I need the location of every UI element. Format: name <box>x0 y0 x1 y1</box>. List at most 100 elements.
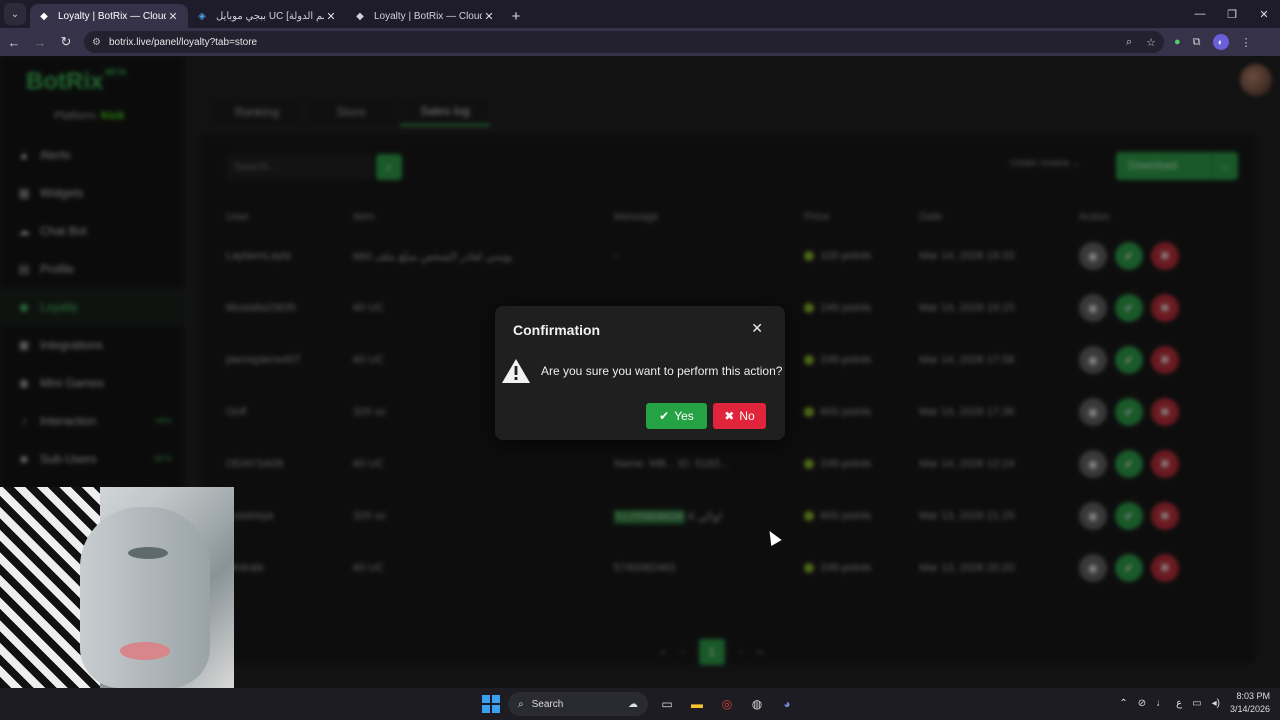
browser-tab-2[interactable]: ◈ ببجي موبايل UC [اسم الدولة] خ... ✕ <box>188 4 346 28</box>
chrome-icon[interactable]: ◎ <box>716 693 738 715</box>
windows-start-icon[interactable] <box>482 695 500 713</box>
download-button[interactable]: Download ⌄ <box>1116 152 1238 180</box>
task-view-icon[interactable]: ▭ <box>656 693 678 715</box>
sidebar-item-widgets[interactable]: ▦ Widgets <box>0 174 184 212</box>
close-tab-icon[interactable]: ✕ <box>482 10 496 23</box>
search-input[interactable]: Search... <box>226 154 372 180</box>
profile-avatar-icon[interactable]: ◐ <box>1212 34 1229 50</box>
tab-store[interactable]: Store <box>306 98 396 126</box>
status-filter-select[interactable]: Under review ⌄ <box>1010 158 1080 169</box>
column-header-date[interactable]: Date <box>913 204 1073 230</box>
last-page-icon[interactable]: » <box>757 645 764 659</box>
browser-menu-icon[interactable]: ⋮ <box>1241 36 1252 49</box>
site-info-icon[interactable]: ⚙ <box>92 37 101 48</box>
eye-icon[interactable]: ◉ <box>1078 242 1107 270</box>
page-number-current[interactable]: 1 <box>698 639 725 665</box>
close-window-icon[interactable]: ✕ <box>1248 0 1280 28</box>
cell-date: Mar 13, 2026 21:25 <box>919 510 1015 522</box>
eye-icon[interactable]: ◉ <box>1078 398 1107 426</box>
column-header-price[interactable]: Price <box>798 204 913 230</box>
close-icon[interactable]: ✖ <box>1150 450 1179 478</box>
zoom-icon[interactable]: ⌕ <box>1126 36 1132 49</box>
check-icon[interactable]: ✔ <box>1114 450 1143 478</box>
close-icon[interactable]: ✖ <box>1150 242 1179 270</box>
app-icon[interactable]: ◍ <box>746 693 768 715</box>
coin-icon <box>804 511 815 522</box>
music-icon: ♪ <box>21 414 27 428</box>
user-avatar[interactable] <box>1240 64 1272 96</box>
sidebar-item-loyalty[interactable]: ◆ Loyalty <box>0 288 184 326</box>
search-icon[interactable]: ⌕ <box>376 154 402 180</box>
browser-tab-3[interactable]: ◆ Loyalty | BotRix — Cloud Stream ✕ <box>346 4 504 28</box>
eye-icon[interactable]: ◉ <box>1078 554 1107 582</box>
check-icon[interactable]: ✔ <box>1114 294 1143 322</box>
extensions-area: ● ⧉ ◐ ⋮ <box>1174 34 1252 50</box>
check-icon[interactable]: ✔ <box>1114 398 1143 426</box>
file-explorer-icon[interactable]: ▬ <box>686 693 708 715</box>
botrix-logo[interactable]: BotRix BETA <box>26 68 127 96</box>
volume-icon[interactable]: ◂) <box>1212 698 1220 709</box>
sidebar-item-integrations[interactable]: ▣ Integrations <box>0 326 184 364</box>
tab-search-button[interactable]: ⌄ <box>4 3 26 25</box>
eye-icon[interactable]: ◉ <box>1078 502 1107 530</box>
close-tab-icon[interactable]: ✕ <box>166 10 180 23</box>
cell-item: 60 UC <box>353 458 385 470</box>
restore-icon[interactable]: ❐ <box>1216 0 1248 28</box>
forward-arrow-icon[interactable]: → <box>28 30 52 54</box>
extensions-puzzle-icon[interactable]: ⧉ <box>1193 36 1201 49</box>
close-icon[interactable]: ✖ <box>1150 294 1179 322</box>
check-icon: ✔ <box>659 409 670 423</box>
extension-icon[interactable]: ● <box>1174 36 1181 48</box>
new-tab-button[interactable]: + <box>504 4 528 28</box>
webcam-overlay <box>0 487 234 688</box>
browser-tab-1[interactable]: ◆ Loyalty | BotRix — Cloud Stream ✕ <box>30 4 188 28</box>
url-field[interactable]: ⚙ botrix.live/panel/loyalty?tab=store ⌕ … <box>84 31 1164 53</box>
sidebar-item-chat-bot[interactable]: ☁ Chat Bot <box>0 212 184 250</box>
table-row: LaylaonLayla 660 يوسي لعادر الشخص مبلغ م… <box>220 230 1240 282</box>
bookmark-star-icon[interactable]: ☆ <box>1146 36 1156 49</box>
check-icon[interactable]: ✔ <box>1114 554 1143 582</box>
close-icon[interactable]: ✕ <box>751 320 763 337</box>
display-icon[interactable]: ▭ <box>1192 698 1201 709</box>
network-icon[interactable]: ⊘ <box>1138 698 1146 709</box>
minimize-icon[interactable]: — <box>1184 0 1216 28</box>
check-icon[interactable]: ✔ <box>1114 346 1143 374</box>
close-icon[interactable]: ✖ <box>1150 502 1179 530</box>
cell-user: pierrepierre407 <box>226 354 301 366</box>
back-arrow-icon[interactable]: ← <box>2 30 26 54</box>
check-icon[interactable]: ✔ <box>1114 242 1143 270</box>
next-page-icon[interactable]: › <box>739 645 743 659</box>
sidebar-item-alerts[interactable]: ▲ Alerts <box>0 136 184 174</box>
first-page-icon[interactable]: « <box>660 645 667 659</box>
yes-button[interactable]: ✔ Yes <box>646 403 707 429</box>
close-tab-icon[interactable]: ✕ <box>324 10 338 23</box>
chevron-down-icon[interactable]: ⌄ <box>1212 152 1238 180</box>
microphone-icon[interactable]: ♩ <box>1156 698 1166 709</box>
sidebar-item-mini-games[interactable]: ◉ Mini Games <box>0 364 184 402</box>
close-icon[interactable]: ✖ <box>1150 554 1179 582</box>
tab-title: Loyalty | BotRix — Cloud Stream <box>374 10 482 22</box>
chevron-up-icon[interactable]: ⌃ <box>1119 698 1127 709</box>
dialog-title: Confirmation <box>513 322 601 338</box>
tab-ranking[interactable]: Ranking <box>212 98 302 126</box>
sidebar-item-interaction[interactable]: ♪ Interaction NEW <box>0 402 184 440</box>
clock-date: 3/14/2026 <box>1229 704 1270 714</box>
sidebar-item-sub-users[interactable]: ☻ Sub-Users BETA <box>0 440 184 478</box>
no-button[interactable]: ✖ No <box>713 403 766 429</box>
taskbar-search[interactable]: ⌕ Search ☁ <box>508 692 648 716</box>
discord-icon[interactable]: ◕ <box>776 693 798 715</box>
language-indicator[interactable]: ع <box>1176 698 1182 709</box>
eye-icon[interactable]: ◉ <box>1078 294 1107 322</box>
close-icon[interactable]: ✖ <box>1150 346 1179 374</box>
clock[interactable]: 8:03 PM 3/14/2026 <box>1230 690 1270 716</box>
plug-icon: ▣ <box>18 338 30 352</box>
sidebar-item-profile[interactable]: ▤ Profile <box>0 250 184 288</box>
check-icon[interactable]: ✔ <box>1114 502 1143 530</box>
eye-icon[interactable]: ◉ <box>1078 346 1107 374</box>
prev-page-icon[interactable]: ‹ <box>681 645 685 659</box>
reload-icon[interactable]: ↻ <box>54 30 78 54</box>
close-icon[interactable]: ✖ <box>1150 398 1179 426</box>
taskbar-apps: ⌕ Search ☁ ▭ ▬ ◎ ◍ ◕ <box>482 692 798 716</box>
tab-sales-log[interactable]: Sales log <box>400 98 490 126</box>
eye-icon[interactable]: ◉ <box>1078 450 1107 478</box>
